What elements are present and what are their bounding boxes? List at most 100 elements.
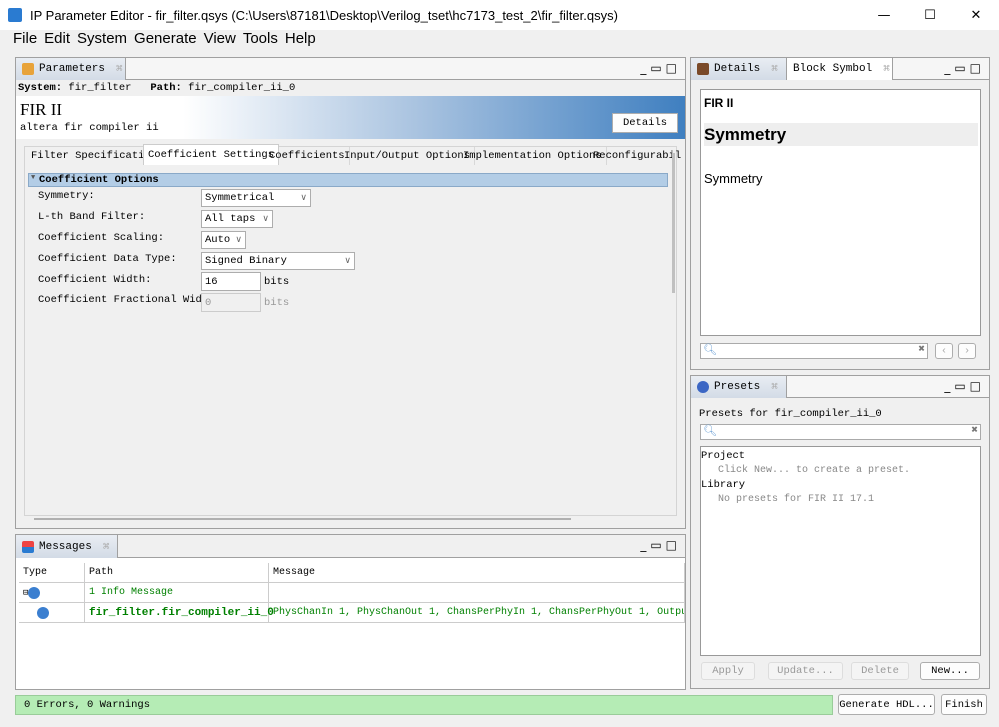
message-path: fir_filter.fir_compiler_ii_0 xyxy=(85,603,274,623)
tab-block-symbol[interactable]: Block Symbol ⌘ xyxy=(787,58,893,80)
tree-project[interactable]: Project xyxy=(701,450,745,462)
tab-label: Presets xyxy=(714,381,761,393)
chevron-down-icon: ∨ xyxy=(344,256,351,266)
coefficient-data-type-label: Coefficient Data Type: xyxy=(38,253,177,265)
details-topic: Symmetry xyxy=(704,123,978,146)
view-controls[interactable]: _▭□ xyxy=(944,379,985,393)
presets-tree: Project Click New... to create a preset.… xyxy=(700,446,981,656)
tab-coefficients[interactable]: Coefficients xyxy=(265,147,350,165)
select-value: All taps xyxy=(205,213,256,225)
maximize-button[interactable]: ☐ xyxy=(907,0,953,30)
group-label: 1 Info Message xyxy=(85,583,269,603)
close-tab-icon[interactable]: ⌘ xyxy=(116,62,123,76)
details-icon xyxy=(697,63,709,75)
app-icon xyxy=(8,8,22,22)
coefficient-width-unit: bits xyxy=(264,276,290,288)
generate-hdl-button[interactable]: Generate HDL... xyxy=(838,694,935,715)
tab-implementation-options[interactable]: Implementation Options xyxy=(459,147,607,165)
select-value: Auto xyxy=(205,234,231,246)
tab-label: Block Symbol xyxy=(793,63,873,75)
table-row[interactable] xyxy=(19,603,85,623)
presets-panel: Presets ⌘ _▭□ Presets for fir_compiler_i… xyxy=(690,375,990,689)
menu-generate[interactable]: Generate xyxy=(134,30,197,49)
close-button[interactable]: ✕ xyxy=(953,0,999,30)
column-header-type[interactable]: Type xyxy=(19,563,85,583)
presets-search-input[interactable]: 🔍︎ ✖ xyxy=(700,424,981,440)
coefficient-scaling-select[interactable]: Auto ∨ xyxy=(201,231,246,249)
menu-view[interactable]: View xyxy=(204,30,236,49)
close-tab-icon[interactable]: ⌘ xyxy=(883,62,890,76)
window-title: IP Parameter Editor - fir_filter.qsys (C… xyxy=(30,7,618,23)
section-title: Coefficient Options xyxy=(39,174,159,186)
tab-parameters[interactable]: Parameters ⌘ xyxy=(16,58,126,80)
details-heading: FIR II xyxy=(704,96,734,110)
update-button[interactable]: Update... xyxy=(768,662,843,680)
tab-label: Messages xyxy=(39,540,92,553)
select-value: Symmetrical xyxy=(205,192,275,204)
table-row-group[interactable]: ⊟ xyxy=(19,583,85,603)
section-coefficient-options[interactable]: ▼ Coefficient Options xyxy=(28,173,668,187)
library-hint: No presets for FIR II 17.1 xyxy=(718,494,875,505)
tab-reconfigurability[interactable]: Reconfigurabil xyxy=(589,147,685,165)
chevron-down-icon: ∨ xyxy=(262,214,269,224)
tab-label: Details xyxy=(714,63,761,75)
vertical-scrollbar[interactable] xyxy=(672,153,675,293)
collapse-icon: ▼ xyxy=(31,174,36,182)
menu-help[interactable]: Help xyxy=(285,30,316,49)
view-controls[interactable]: _▭□ xyxy=(640,538,681,552)
menu-system[interactable]: System xyxy=(77,30,127,49)
symmetry-select[interactable]: Symmetrical ∨ xyxy=(201,189,311,207)
close-tab-icon[interactable]: ⌘ xyxy=(771,62,778,76)
clear-icon[interactable]: ✖ xyxy=(918,342,925,356)
next-button[interactable]: › xyxy=(958,343,976,359)
apply-button[interactable]: Apply xyxy=(701,662,755,680)
delete-button[interactable]: Delete xyxy=(851,662,909,680)
coefficient-fractional-width-unit: bits xyxy=(264,297,290,309)
horizontal-scrollbar[interactable] xyxy=(34,518,571,520)
details-tab-header: Details ⌘ Block Symbol ⌘ _▭□ xyxy=(691,58,989,80)
message-text: PhysChanIn 1, PhysChanOut 1, ChansPerPhy… xyxy=(269,603,685,623)
chevron-down-icon: ∨ xyxy=(300,193,307,203)
menu-tools[interactable]: Tools xyxy=(243,30,278,49)
coefficient-fractional-width-input[interactable]: 0 xyxy=(201,293,261,312)
search-icon: 🔍︎ xyxy=(703,345,717,357)
component-title: FIR II xyxy=(20,100,63,119)
lth-band-filter-select[interactable]: All taps ∨ xyxy=(201,210,273,228)
chevron-down-icon: ∨ xyxy=(235,235,242,245)
new-button[interactable]: New... xyxy=(920,662,980,680)
path-label: Path: xyxy=(150,82,182,94)
tab-label: Parameters xyxy=(39,63,106,75)
column-header-path[interactable]: Path xyxy=(85,563,269,583)
view-controls[interactable]: _▭□ xyxy=(944,61,985,75)
details-body: Symmetry xyxy=(704,171,763,186)
details-button[interactable]: Details xyxy=(612,113,678,133)
finish-button[interactable]: Finish xyxy=(941,694,987,715)
parameters-icon xyxy=(22,63,34,75)
column-header-message[interactable]: Message xyxy=(269,563,685,583)
messages-tab-header: Messages ⌘ _▭□ xyxy=(16,535,685,558)
tab-presets[interactable]: Presets ⌘ xyxy=(691,376,787,398)
coefficient-scaling-label: Coefficient Scaling: xyxy=(38,232,165,244)
view-controls[interactable]: _▭□ xyxy=(640,61,681,75)
prev-button[interactable]: ‹ xyxy=(935,343,953,359)
menu-file[interactable]: File xyxy=(13,30,37,49)
close-tab-icon[interactable]: ⌘ xyxy=(771,380,778,394)
info-icon xyxy=(28,586,41,599)
tab-details[interactable]: Details ⌘ xyxy=(691,58,787,80)
coefficient-width-input[interactable]: 16 xyxy=(201,272,261,291)
coefficient-data-type-select[interactable]: Signed Binary ∨ xyxy=(201,252,355,270)
path-value: fir_compiler_ii_0 xyxy=(188,82,296,94)
clear-icon[interactable]: ✖ xyxy=(971,423,978,437)
tab-input-output-options[interactable]: Input/Output Options xyxy=(340,147,476,165)
search-icon: 🔍︎ xyxy=(703,426,717,438)
tree-library[interactable]: Library xyxy=(701,479,745,491)
info-icon xyxy=(37,606,49,619)
tab-messages[interactable]: Messages ⌘ xyxy=(16,535,118,558)
menu-edit[interactable]: Edit xyxy=(44,30,70,49)
tab-coefficient-settings[interactable]: Coefficient Settings xyxy=(143,144,280,165)
minimize-button[interactable]: — xyxy=(861,0,907,30)
close-tab-icon[interactable]: ⌘ xyxy=(103,540,110,554)
tab-filter-specification[interactable]: Filter Specification xyxy=(27,147,163,165)
details-search-input[interactable]: 🔍︎ ✖ xyxy=(700,343,928,359)
system-label: System: xyxy=(18,82,63,94)
